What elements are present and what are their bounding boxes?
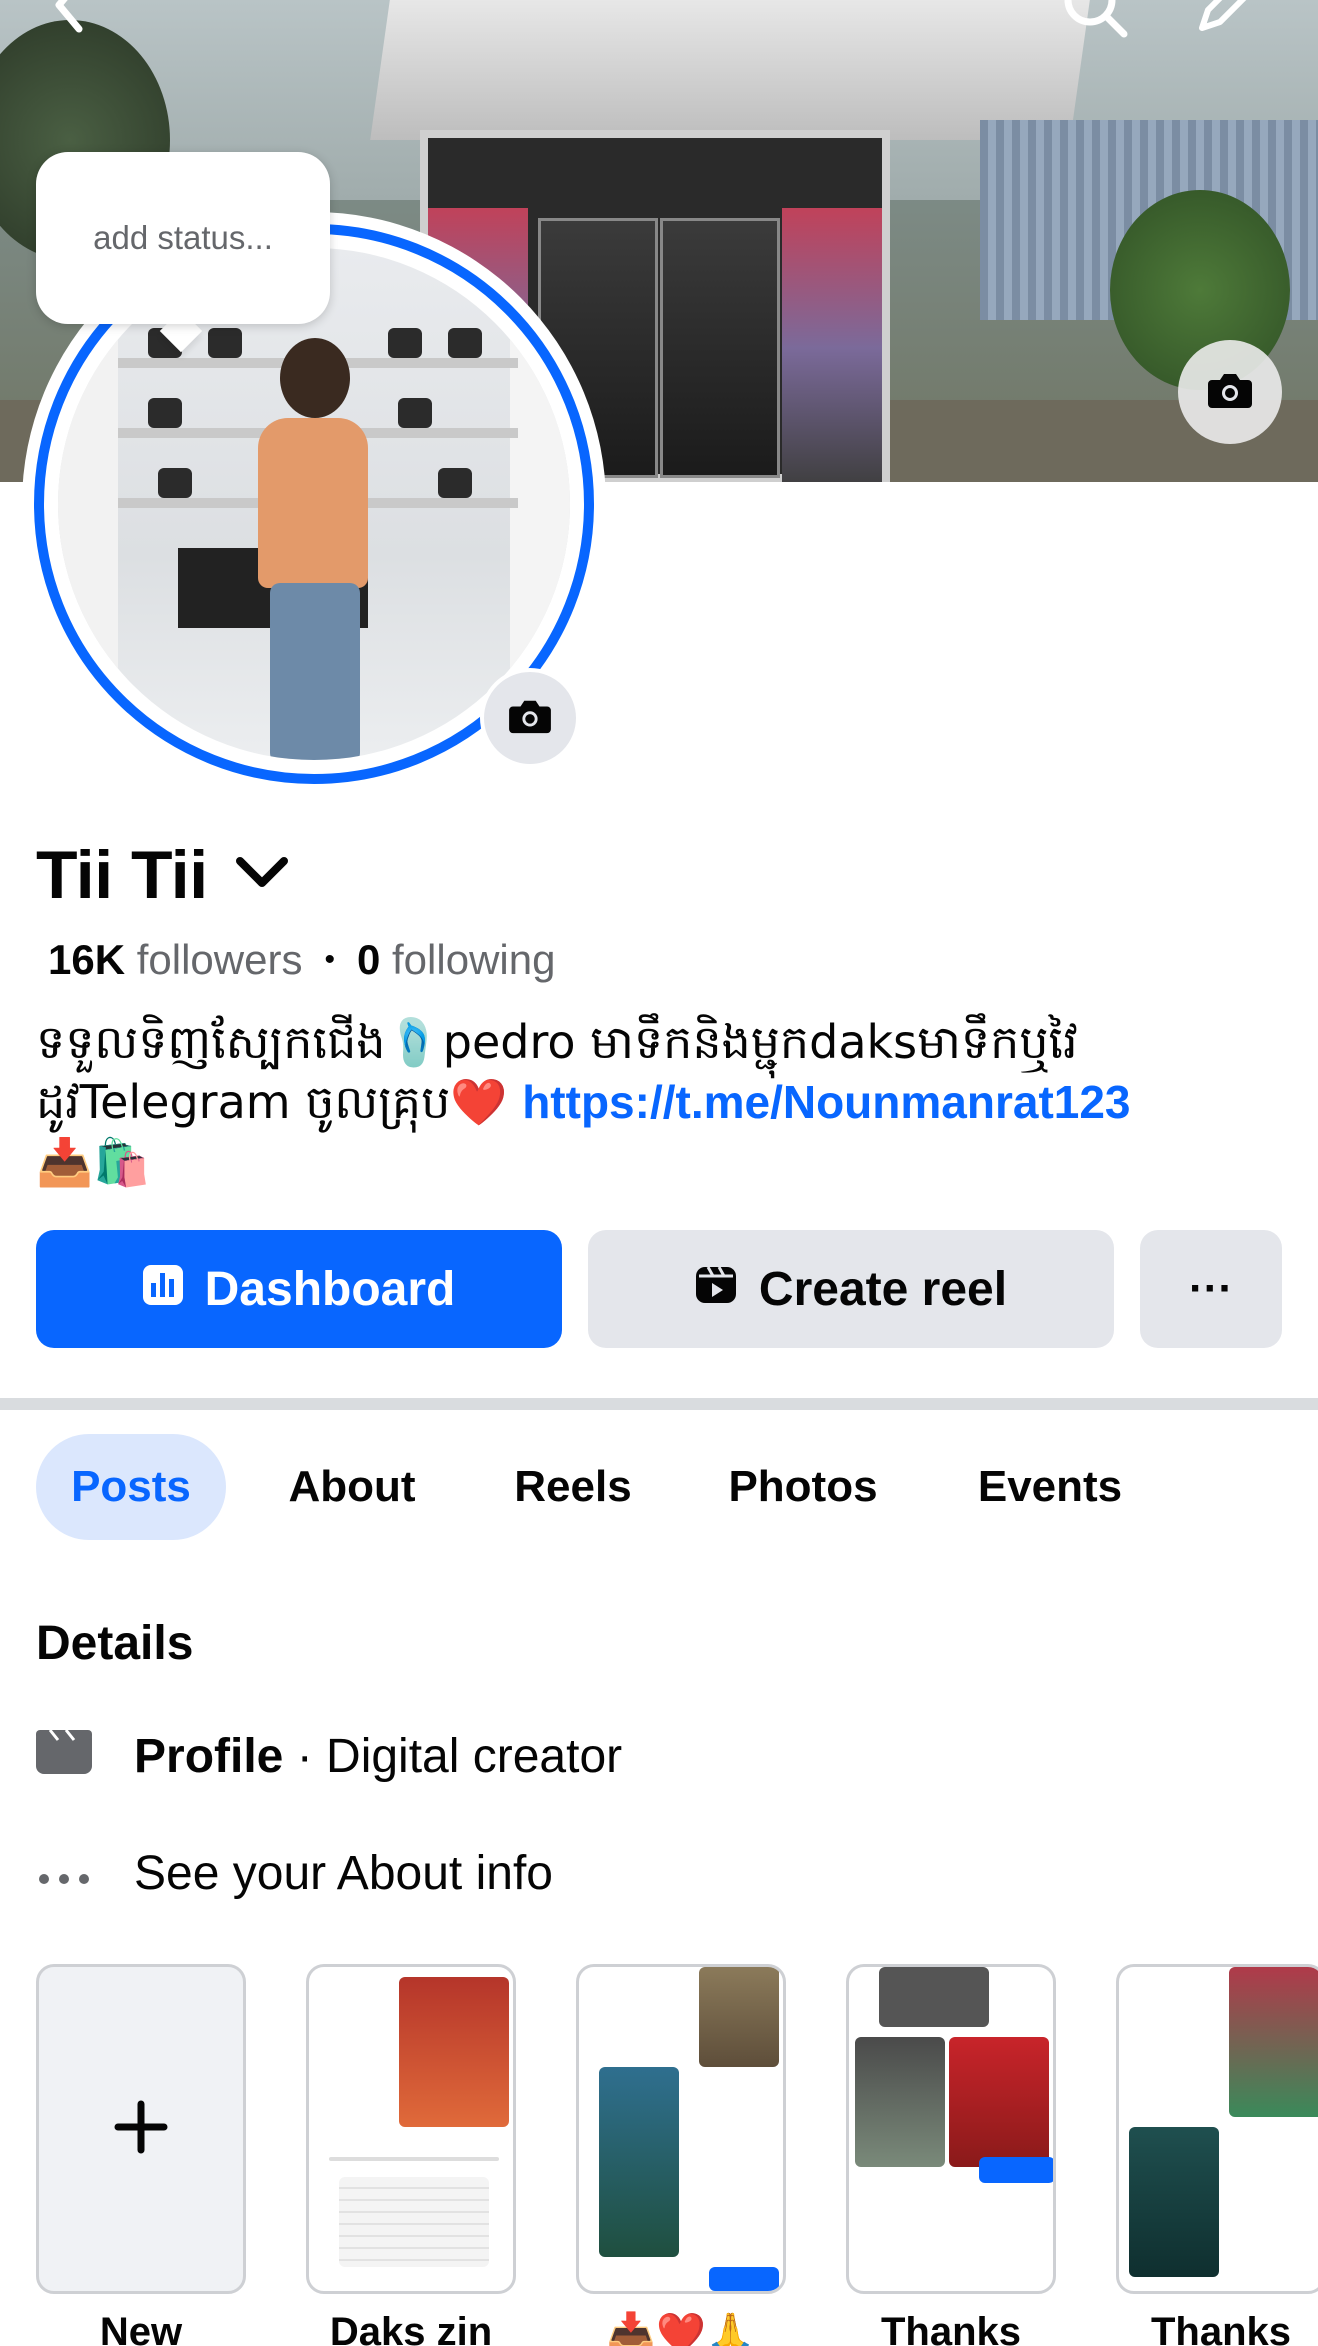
featured-thumb-phone — [1129, 2127, 1219, 2277]
tab-label: Posts — [71, 1462, 191, 1511]
tab-label: Events — [977, 1462, 1123, 1511]
featured-label: New — [99, 2310, 183, 2346]
clapperboard-icon — [36, 1726, 92, 1786]
stats-separator: • — [324, 943, 335, 976]
tab-reels[interactable]: Reels — [488, 1434, 658, 1540]
following-count: 0 — [356, 936, 381, 983]
tab-about[interactable]: About — [262, 1434, 442, 1540]
follow-stats: 16K followers • 0 following — [48, 936, 555, 984]
details-heading: Details — [36, 1617, 194, 1670]
cover-door-right — [660, 218, 780, 478]
camera-icon — [507, 697, 553, 740]
bio-line-2: ដូវTelegram ចូលគ្រុប❤️ https://t.me/Noun… — [36, 1072, 1286, 1132]
dashboard-label: Dashboard — [204, 1262, 456, 1316]
featured-thumb-phone — [599, 2067, 679, 2257]
bio-line-2-text: ដូវTelegram ចូលគ្រុប❤️ — [36, 1075, 523, 1129]
cover-roof — [370, 0, 1090, 140]
camera-icon — [1206, 370, 1254, 415]
plus-icon — [114, 2100, 168, 2159]
search-icon — [1060, 0, 1130, 45]
following-label: following — [392, 936, 556, 983]
featured-item[interactable] — [576, 1964, 786, 2294]
avatar-person-head — [280, 338, 350, 418]
profile-category: · Digital creator — [283, 1729, 623, 1783]
featured-item[interactable] — [306, 1964, 516, 2294]
cover-poster-right — [782, 208, 882, 482]
tab-posts[interactable]: Posts — [36, 1434, 226, 1540]
featured-item[interactable] — [1116, 1964, 1318, 2294]
search-button[interactable] — [1060, 0, 1130, 42]
featured-thumb-audio — [709, 2267, 779, 2291]
featured-thumb-shirt — [399, 1977, 509, 2127]
avatar-bag — [438, 468, 472, 498]
featured-thumb-mannequin — [1229, 1967, 1318, 2117]
profile-category-row: Profile · Digital creator — [36, 1726, 622, 1786]
tab-events[interactable]: Events — [960, 1434, 1140, 1540]
create-reel-label: Create reel — [758, 1262, 1008, 1316]
pencil-icon — [1190, 0, 1260, 45]
tab-label: Photos — [728, 1462, 878, 1511]
ellipsis-icon — [36, 1846, 92, 1901]
featured-thumb-sweater — [949, 2037, 1049, 2167]
status-placeholder: add status... — [93, 219, 273, 256]
featured-thumb-line — [329, 2157, 499, 2161]
more-options-button[interactable]: ··· — [1140, 1230, 1282, 1348]
chevron-down-icon[interactable] — [234, 855, 290, 896]
create-reel-button[interactable]: Create reel — [588, 1230, 1114, 1348]
section-divider — [0, 1398, 1318, 1410]
followers-label: followers — [136, 936, 303, 983]
bio-telegram-link[interactable]: https://t.me/Nounmanrat123 — [522, 1076, 1130, 1128]
profile-type: Profile — [134, 1729, 284, 1783]
profile-name: Tii Tii — [36, 837, 208, 913]
dashboard-button[interactable]: Dashboard — [36, 1230, 562, 1348]
featured-thumb-audio — [979, 2157, 1053, 2183]
featured-item[interactable] — [846, 1964, 1056, 2294]
avatar-bag — [208, 328, 242, 358]
featured-thumb-shirt — [699, 1967, 779, 2067]
avatar-wall-left — [58, 248, 118, 760]
featured-label: Thanks — [1150, 2310, 1292, 2346]
avatar-person-shirt — [258, 418, 368, 588]
avatar-bag — [398, 398, 432, 428]
followers-link[interactable]: 16K followers — [48, 936, 302, 984]
profile-name-row[interactable]: Tii Tii — [36, 836, 290, 914]
more-dots-icon: ··· — [1189, 1264, 1233, 1313]
bio-line-1: ទទួលទិញស្បែកជើង🩴pedro មាទឹកនិងម្ជុកdaksម… — [36, 1015, 1078, 1069]
following-link[interactable]: 0 following — [357, 936, 555, 984]
chevron-left-icon — [49, 0, 89, 40]
followers-count: 16K — [48, 936, 126, 983]
avatar-bag — [448, 328, 482, 358]
tab-label: About — [288, 1462, 416, 1511]
bio-line-3: 📥🛍️ — [36, 1135, 151, 1189]
featured-thumb-jacket — [855, 2037, 945, 2167]
edit-profile-picture-button[interactable] — [480, 668, 580, 768]
avatar-bag — [148, 398, 182, 428]
featured-label: Thanks — [880, 2310, 1022, 2346]
tab-photos[interactable]: Photos — [710, 1434, 896, 1540]
bar-chart-icon — [142, 1262, 183, 1317]
profile-category-label: Profile · Digital creator — [134, 1729, 622, 1784]
new-featured-button[interactable] — [36, 1964, 246, 2294]
edit-cover-button[interactable] — [1178, 340, 1282, 444]
see-about-info-label: See your About info — [134, 1847, 553, 1900]
avatar-bag — [388, 328, 422, 358]
featured-thumb-photo — [879, 1967, 989, 2027]
back-button[interactable] — [34, 0, 104, 42]
see-about-info-row[interactable]: See your About info — [36, 1846, 553, 1901]
featured-label: 📥❤️🙏 — [606, 2312, 756, 2346]
avatar-bag — [158, 468, 192, 498]
featured-thumb-messages — [339, 2177, 489, 2267]
reel-icon — [695, 1262, 737, 1317]
add-status-button[interactable]: add status... — [36, 152, 330, 324]
edit-button[interactable] — [1190, 0, 1260, 42]
profile-bio: ទទួលទិញស្បែកជើង🩴pedro មាទឹកនិងម្ជុកdaksម… — [36, 1012, 1286, 1192]
tab-label: Reels — [514, 1462, 632, 1511]
featured-label: Daks zin — [329, 2310, 493, 2346]
avatar-person-jeans — [270, 583, 360, 760]
